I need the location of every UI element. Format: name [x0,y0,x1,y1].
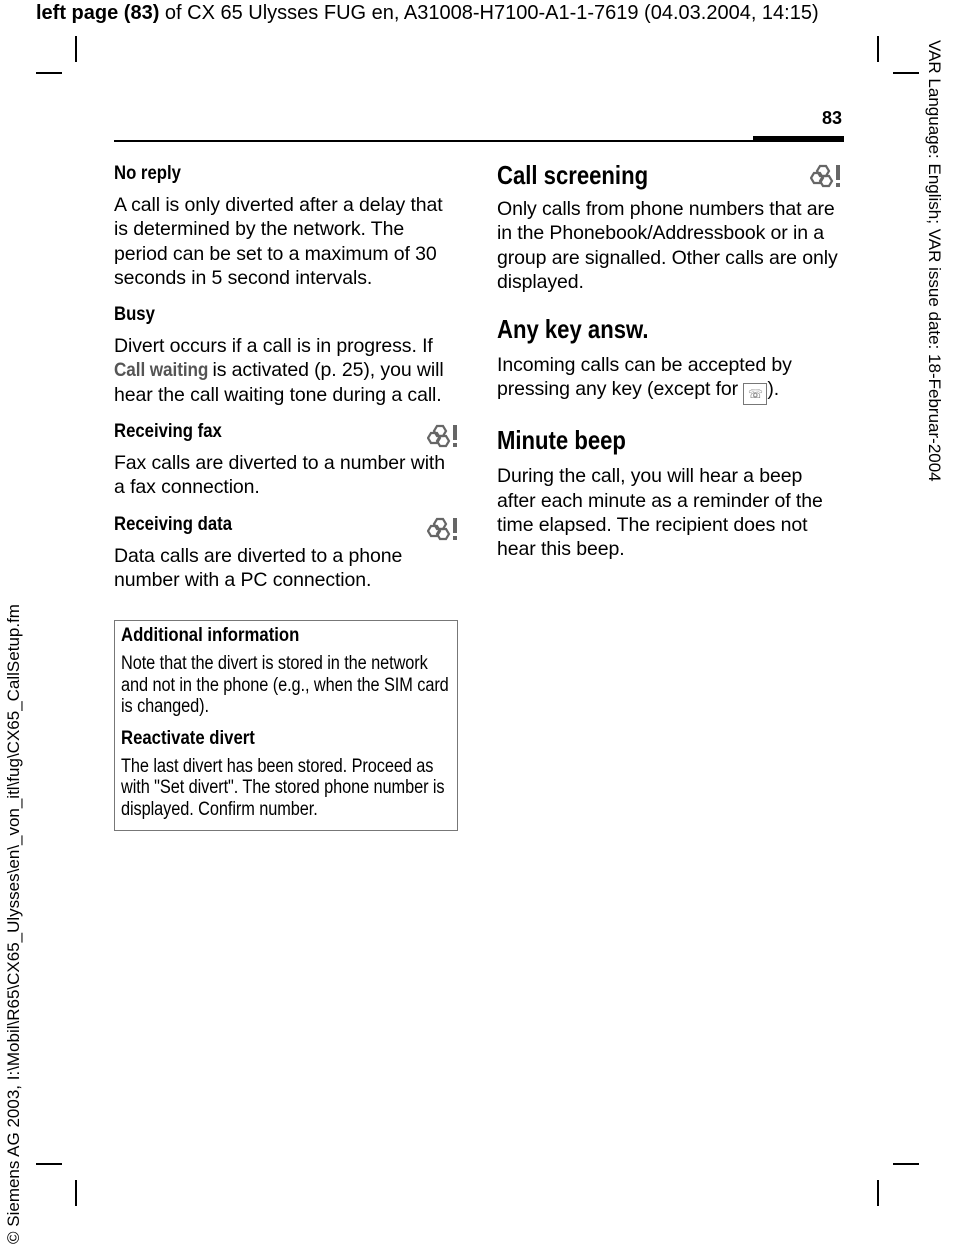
paragraph: Divert occurs if a call is in progress. … [114,335,444,406]
heading-minute-beep: Minute beep [497,425,626,456]
info-title-2: Reactivate divert [121,727,255,749]
menu-term: Call waiting [114,359,209,382]
crop-mark [36,72,62,74]
end-key-icon: ☏ [743,383,768,406]
left-column: No reply A call is only diverted after a… [114,163,459,606]
crop-mark [893,72,919,74]
side-note-right: VAR Language: English; VAR issue date: 1… [925,40,944,482]
heading-call-screening: Call screening [497,160,649,190]
paragraph: During the call, you will hear a beep af… [497,465,823,561]
paragraph: A call is only diverted after a delay th… [114,194,443,289]
heading-any-key-answ: Any key answ. [497,314,649,345]
crop-mark [75,36,77,62]
info-text-2: The last divert has been stored. Proceed… [121,755,445,820]
page-header: left page (83) of CX 65 Ulysses FUG en, … [36,2,819,24]
subheading-receiving-fax: Receiving fax [114,421,222,443]
info-text: Note that the divert is stored in the ne… [121,653,449,717]
crop-mark [36,1163,62,1165]
page-number: 83 [822,108,843,128]
crop-mark [893,1163,919,1165]
subheading-no-reply: No reply [114,163,181,184]
paragraph: Incoming calls can be accepted by pressi… [497,353,842,406]
header-rule [114,140,844,142]
crop-mark [877,1180,879,1206]
header-rule-thick [753,136,844,141]
network-service-icon [810,163,842,188]
paragraph: Fax calls are diverted to a number with … [114,452,445,499]
right-column: Call screening Only calls from phone num… [497,160,842,576]
paragraph: Only calls from phone numbers that are i… [497,198,838,293]
subheading-receiving-data: Receiving data [114,513,233,535]
info-box: Additional information Note that the div… [114,620,458,831]
network-service-icon [427,424,459,449]
paragraph: Data calls are diverted to a phone numbe… [114,544,403,591]
crop-mark [75,1180,77,1206]
subheading-busy: Busy [114,304,155,326]
network-service-icon [427,516,459,541]
info-title: Additional information [121,625,300,646]
crop-mark [877,36,879,62]
side-note-left: © Siemens AG 2003, I:\Mobil\R65\CX65_Uly… [4,604,23,1244]
